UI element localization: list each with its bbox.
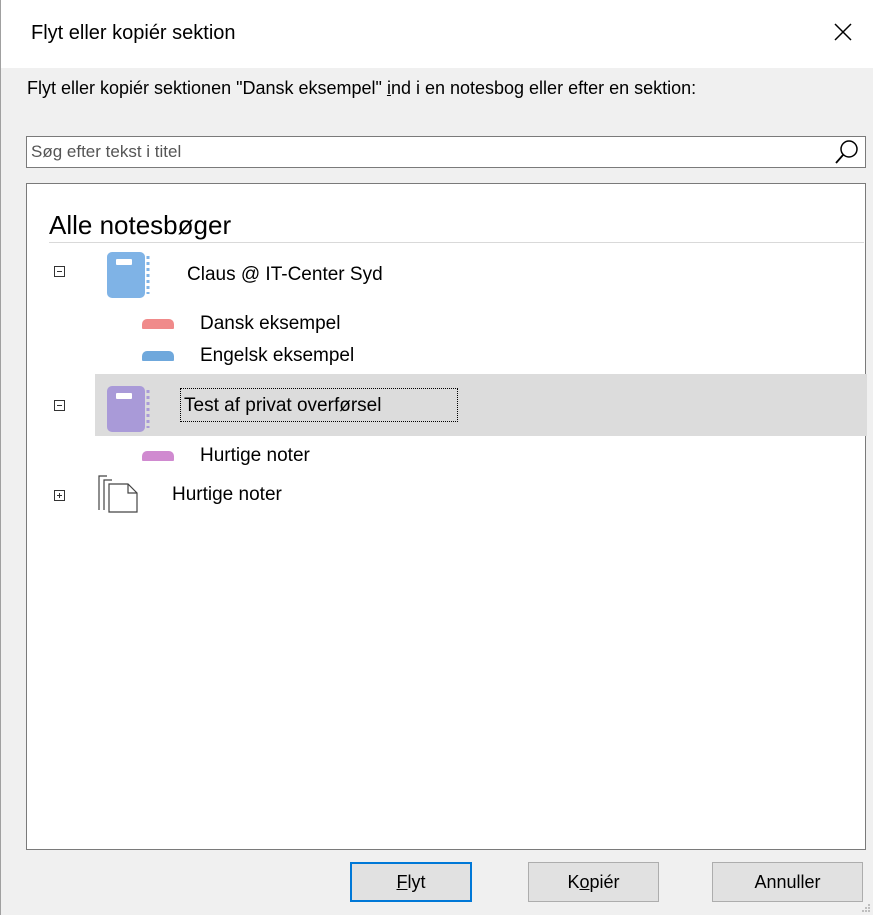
pages-icon (98, 475, 138, 513)
notebook-icon-claus (107, 252, 150, 298)
expand-toggle-hurtige-noter[interactable] (54, 490, 65, 501)
collapse-toggle-claus[interactable] (54, 266, 65, 277)
search-icon[interactable] (833, 138, 861, 166)
search-input[interactable] (29, 139, 823, 165)
tree-header: Alle notesbøger (49, 210, 232, 240)
section-label-dansk[interactable]: Dansk eksempel (200, 313, 340, 335)
section-tab-icon-dansk (142, 319, 174, 329)
notebook-label-test[interactable]: Test af privat overførsel (184, 395, 381, 417)
move-mnemonic: F (396, 871, 408, 892)
copy-mnemonic: o (579, 871, 590, 892)
notebook-label-hurtige-noter[interactable]: Hurtige noter (172, 484, 282, 506)
tree-divider (49, 242, 864, 243)
copy-label-before: K (567, 871, 580, 892)
notebook-tree[interactable]: Alle notesbøger Claus @ IT-Center Syd Da… (26, 183, 867, 850)
move-button[interactable]: Flyt (350, 862, 472, 902)
notebook-icon-test (107, 386, 150, 432)
cancel-button[interactable]: Annuller (712, 862, 863, 902)
title-bar: Flyt eller kopiér sektion (1, 0, 873, 68)
move-label: lyt (407, 871, 426, 892)
move-copy-section-dialog: Flyt eller kopiér sektion Flyt eller kop… (0, 0, 873, 915)
search-box (26, 136, 866, 168)
copy-label-after: piér (589, 871, 620, 892)
resize-grip-icon[interactable] (861, 903, 871, 913)
section-tab-icon-engelsk (142, 351, 174, 361)
section-tab-icon-hurtige (142, 451, 174, 461)
button-row: Flyt Ko piér Annuller (1, 862, 873, 902)
instruction-before: Flyt eller kopiér sektionen "Dansk eksem… (27, 78, 387, 98)
instruction-after: nd i en notesbog eller efter en sektion: (390, 78, 697, 98)
notebook-label-claus[interactable]: Claus @ IT-Center Syd (187, 264, 383, 286)
instruction-text: Flyt eller kopiér sektionen "Dansk eksem… (27, 78, 867, 98)
close-button[interactable] (823, 12, 863, 52)
section-label-engelsk[interactable]: Engelsk eksempel (200, 345, 354, 367)
section-label-hurtige[interactable]: Hurtige noter (200, 445, 310, 467)
close-icon (834, 23, 852, 41)
dialog-title: Flyt eller kopiér sektion (31, 22, 236, 44)
collapse-toggle-test[interactable] (54, 400, 65, 411)
copy-button[interactable]: Ko piér (528, 862, 659, 902)
